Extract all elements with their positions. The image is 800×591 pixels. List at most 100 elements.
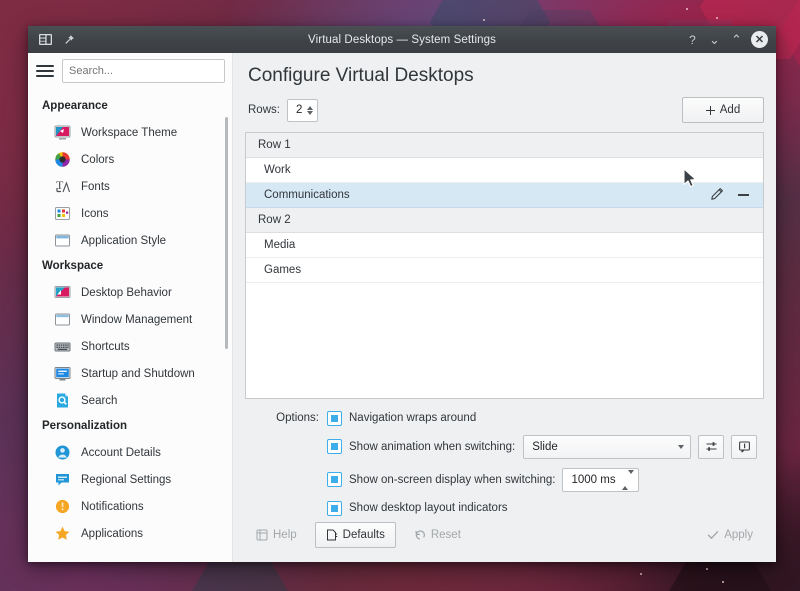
- hamburger-icon[interactable]: [36, 65, 54, 77]
- checkmark-icon: [707, 529, 719, 541]
- maximize-icon[interactable]: ⌃: [729, 33, 744, 46]
- show-animation-checkbox[interactable]: [327, 439, 342, 454]
- option-navigation-wraps: Options: Navigation wraps around: [245, 411, 764, 426]
- desktop-name: Games: [264, 264, 301, 276]
- sidebar-item-label: Applications: [81, 528, 143, 540]
- animation-type-value: Slide: [532, 441, 678, 453]
- spinner-arrows[interactable]: [622, 474, 634, 486]
- sidebar-item-startup-and-shutdown[interactable]: Startup and Shutdown: [28, 360, 233, 387]
- chevron-down-icon[interactable]: [628, 470, 634, 486]
- defaults-icon: [326, 529, 338, 541]
- applications-icon: [54, 525, 71, 542]
- page-title: Configure Virtual Desktops: [245, 53, 764, 95]
- rows-value: 2: [296, 104, 302, 116]
- wallpaper-hex: [180, 560, 300, 591]
- window-titlebar[interactable]: Virtual Desktops — System Settings ? ⌄ ⌃…: [28, 26, 776, 53]
- navigation-wraps-label: Navigation wraps around: [349, 412, 476, 424]
- show-animation-label: Show animation when switching:: [349, 441, 515, 453]
- desktop-row[interactable]: Games: [246, 258, 763, 283]
- minimize-icon[interactable]: ⌄: [707, 33, 722, 46]
- sidebar-item-label: Colors: [81, 154, 114, 166]
- titlebar-left-buttons: [34, 29, 80, 50]
- add-desktop-button[interactable]: Add: [682, 97, 764, 123]
- reset-button[interactable]: Reset: [403, 522, 472, 548]
- wallpaper-star: [686, 8, 688, 10]
- help-button[interactable]: Help: [245, 522, 308, 548]
- options-section: Options: Navigation wraps around Show an…: [245, 399, 764, 516]
- sidebar-item-icons[interactable]: Icons: [28, 200, 233, 227]
- app-menu-icon[interactable]: [34, 29, 56, 50]
- sidebar-item-workspace-theme[interactable]: Workspace Theme: [28, 119, 233, 146]
- apply-button-label: Apply: [724, 529, 753, 541]
- startup-shutdown-icon: [54, 365, 71, 382]
- search-input[interactable]: [62, 59, 225, 83]
- about-info-icon[interactable]: [731, 435, 757, 459]
- sidebar-item-shortcuts[interactable]: Shortcuts: [28, 333, 233, 360]
- options-label: Options:: [245, 412, 327, 424]
- sidebar-item-fonts[interactable]: T Fonts: [28, 173, 233, 200]
- sidebar-item-label: Account Details: [81, 447, 161, 459]
- sidebar-item-notifications[interactable]: Notifications: [28, 493, 233, 520]
- wallpaper-star: [722, 581, 724, 583]
- remove-minus-icon[interactable]: [738, 194, 749, 196]
- chevron-down-icon: [678, 445, 684, 449]
- navigation-wraps-checkbox[interactable]: [327, 411, 342, 426]
- sidebar-item-search[interactable]: Search: [28, 387, 233, 414]
- chevron-down-icon[interactable]: [307, 111, 313, 115]
- sidebar-group-personalization: Personalization: [28, 414, 233, 439]
- sidebar-divider: [232, 53, 233, 562]
- sidebar-item-desktop-behavior[interactable]: Desktop Behavior: [28, 279, 233, 306]
- layout-indicators-checkbox[interactable]: [327, 501, 342, 516]
- help-icon[interactable]: ?: [685, 34, 700, 46]
- sidebar-group-workspace: Workspace: [28, 254, 233, 279]
- desktop-row-group: Row 1: [246, 133, 763, 158]
- colors-icon: [54, 151, 71, 168]
- main-pane: Configure Virtual Desktops Rows: 2 Add: [233, 53, 776, 562]
- row-actions: [710, 187, 763, 204]
- sidebar-module-list: Appearance Workspace Theme: [28, 89, 233, 562]
- sidebar-item-label: Startup and Shutdown: [81, 368, 195, 380]
- wallpaper-star: [716, 17, 718, 19]
- osd-duration-spinbox[interactable]: 1000 ms: [562, 468, 638, 492]
- sidebar-item-label: Desktop Behavior: [81, 287, 172, 299]
- sidebar-item-colors[interactable]: Colors: [28, 146, 233, 173]
- defaults-button-label: Defaults: [343, 529, 385, 541]
- sidebar-item-applications[interactable]: Applications: [28, 520, 233, 547]
- pin-icon[interactable]: [58, 29, 80, 50]
- defaults-button[interactable]: Defaults: [315, 522, 396, 548]
- osd-checkbox[interactable]: [327, 472, 342, 487]
- sidebar-item-account-details[interactable]: Account Details: [28, 439, 233, 466]
- desktop-name: Work: [264, 164, 291, 176]
- chevron-up-icon[interactable]: [307, 106, 313, 110]
- animation-type-combobox[interactable]: Slide: [523, 435, 691, 459]
- chevron-up-icon[interactable]: [622, 474, 628, 490]
- spinner-arrows[interactable]: [307, 106, 313, 115]
- plus-icon: [706, 106, 715, 115]
- wallpaper-star: [640, 573, 642, 575]
- option-show-animation: Show animation when switching: Slide: [245, 435, 764, 459]
- sidebar-scrollbar[interactable]: [225, 117, 228, 349]
- window-management-icon: [54, 311, 71, 328]
- add-button-label: Add: [720, 104, 740, 116]
- keyboard-shortcuts-icon: [54, 338, 71, 355]
- sidebar-toolbar: [28, 53, 233, 89]
- sidebar-item-label: Search: [81, 395, 117, 407]
- sidebar-item-regional-settings[interactable]: Regional Settings: [28, 466, 233, 493]
- rows-spinbox[interactable]: 2: [287, 99, 318, 122]
- sidebar-item-label: Shortcuts: [81, 341, 130, 353]
- rows-toolbar: Rows: 2 Add: [245, 95, 764, 132]
- desktop-row[interactable]: Media: [246, 233, 763, 258]
- wallpaper-star: [483, 19, 485, 21]
- sidebar-item-window-management[interactable]: Window Management: [28, 306, 233, 333]
- close-icon[interactable]: ✕: [751, 31, 768, 48]
- apply-button[interactable]: Apply: [696, 522, 764, 548]
- sliders-configure-icon[interactable]: [698, 435, 724, 459]
- sidebar-item-label: Icons: [81, 208, 109, 220]
- desktop-name: Media: [264, 239, 295, 251]
- sidebar-group-appearance: Appearance: [28, 94, 233, 119]
- workspace-theme-icon: [54, 124, 71, 141]
- sidebar-item-application-style[interactable]: Application Style: [28, 227, 233, 254]
- sidebar-item-label: Workspace Theme: [81, 127, 177, 139]
- desktop-row-group: Row 2: [246, 208, 763, 233]
- edit-pencil-icon[interactable]: [710, 187, 724, 204]
